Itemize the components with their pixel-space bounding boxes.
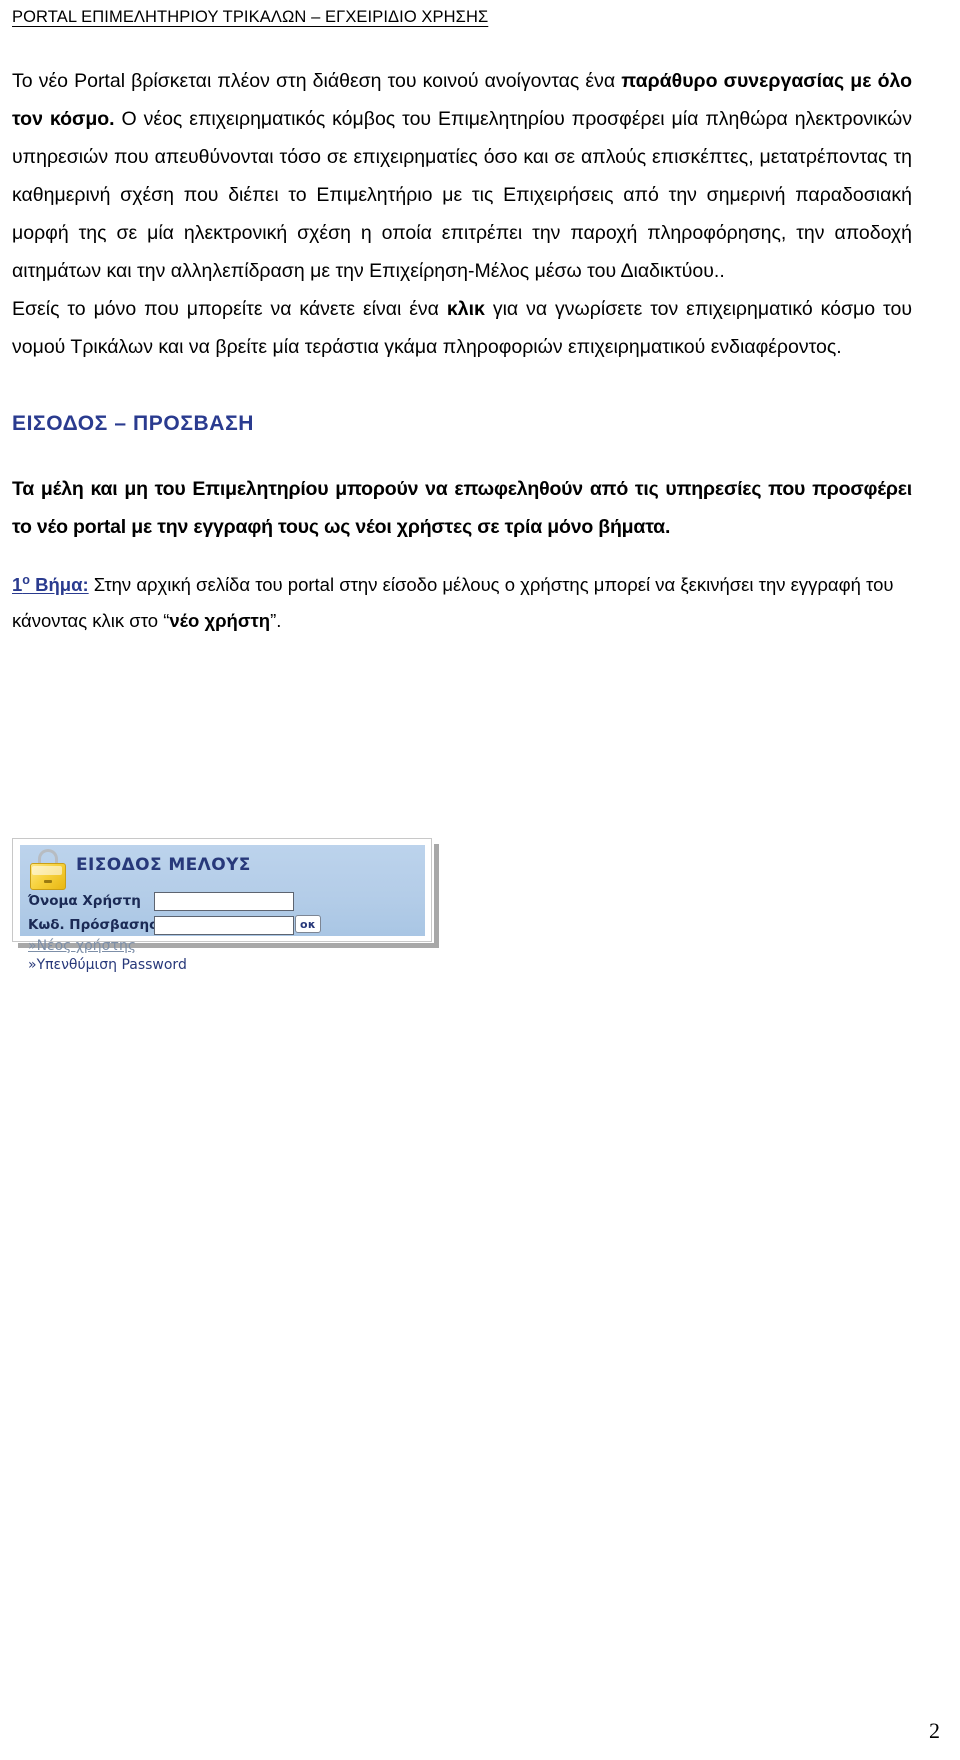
step-1-label: 1ο Βήμα: xyxy=(12,573,89,596)
step-1-bold-new-user: νέο χρήστη xyxy=(169,610,271,632)
paragraph-click-text-1: Εσείς το μόνο που μπορείτε να κάνετε είν… xyxy=(12,298,447,320)
document-page: PORTAL ΕΠΙΜΕΛΗΤΗΡΙΟΥ ΤΡΙΚΑΛΩΝ – ΕΓΧΕΙΡΙΔ… xyxy=(0,0,960,1760)
padlock-highlight xyxy=(32,866,62,875)
paragraph-intro-text-1: Το νέο Portal βρίσκεται πλέον στη διάθεσ… xyxy=(12,70,622,92)
member-login-screenshot: ΕΙΣΟΔΟΣ ΜΕΛΟΥΣ Όνομα Χρήστη Κωδ. Πρόσβασ… xyxy=(12,838,439,973)
password-input[interactable] xyxy=(154,916,294,935)
username-input[interactable] xyxy=(154,892,294,911)
login-panel-title: ΕΙΣΟΔΟΣ ΜΕΛΟΥΣ xyxy=(76,855,251,875)
step-1-word: Βήμα: xyxy=(29,574,89,596)
page-number: 2 xyxy=(929,1718,940,1743)
document-body: Το νέο Portal βρίσκεται πλέον στη διάθεσ… xyxy=(12,62,912,639)
paragraph-intro: Το νέο Portal βρίσκεται πλέον στη διάθεσ… xyxy=(12,62,912,290)
login-panel: ΕΙΣΟΔΟΣ ΜΕΛΟΥΣ Όνομα Χρήστη Κωδ. Πρόσβασ… xyxy=(20,845,425,973)
section-heading-login-access: ΕΙΣΟΔΟΣ – ΠΡΟΣΒΑΣΗ xyxy=(12,412,255,435)
login-links: »Νέος χρήστης »Υπενθύμιση Password xyxy=(28,937,187,975)
running-header: PORTAL ΕΠΙΜΕΛΗΤΗΡΙΟΥ ΤΡΙΚΑΛΩΝ – ΕΓΧΕΙΡΙΔ… xyxy=(12,8,489,26)
step-1-number: 1 xyxy=(12,574,23,596)
password-label: Κωδ. Πρόσβασης xyxy=(28,917,158,933)
username-label: Όνομα Χρήστη xyxy=(28,893,141,909)
step-1-ordinal-suffix: ο xyxy=(22,573,30,587)
paragraph-click: Εσείς το μόνο που μπορείτε να κάνετε είν… xyxy=(12,290,912,366)
link-new-user[interactable]: »Νέος χρήστης xyxy=(28,937,187,956)
ok-button[interactable]: οκ xyxy=(295,915,321,933)
step-1-text-1: Στην αρχική σελίδα του portal στην είσοδ… xyxy=(12,574,894,632)
paragraph-intro-text-2: Ο νέος επιχειρηματικός κόμβος του Επιμελ… xyxy=(12,108,912,282)
screenshot-frame: ΕΙΣΟΔΟΣ ΜΕΛΟΥΣ Όνομα Χρήστη Κωδ. Πρόσβασ… xyxy=(12,838,432,973)
paragraph-members-benefit: Τα μέλη και μη του Επιμελητηρίου μπορούν… xyxy=(12,478,912,538)
padlock-icon xyxy=(28,849,68,891)
link-remind-password[interactable]: »Υπενθύμιση Password xyxy=(28,956,187,975)
paragraph-step-1: 1ο Βήμα: Στην αρχική σελίδα του portal σ… xyxy=(12,562,912,639)
padlock-keyhole xyxy=(44,880,52,883)
step-1-text-2: . xyxy=(276,610,282,632)
screenshot-shadow-right xyxy=(434,844,439,948)
paragraph-click-bold-1: κλικ xyxy=(446,298,485,320)
